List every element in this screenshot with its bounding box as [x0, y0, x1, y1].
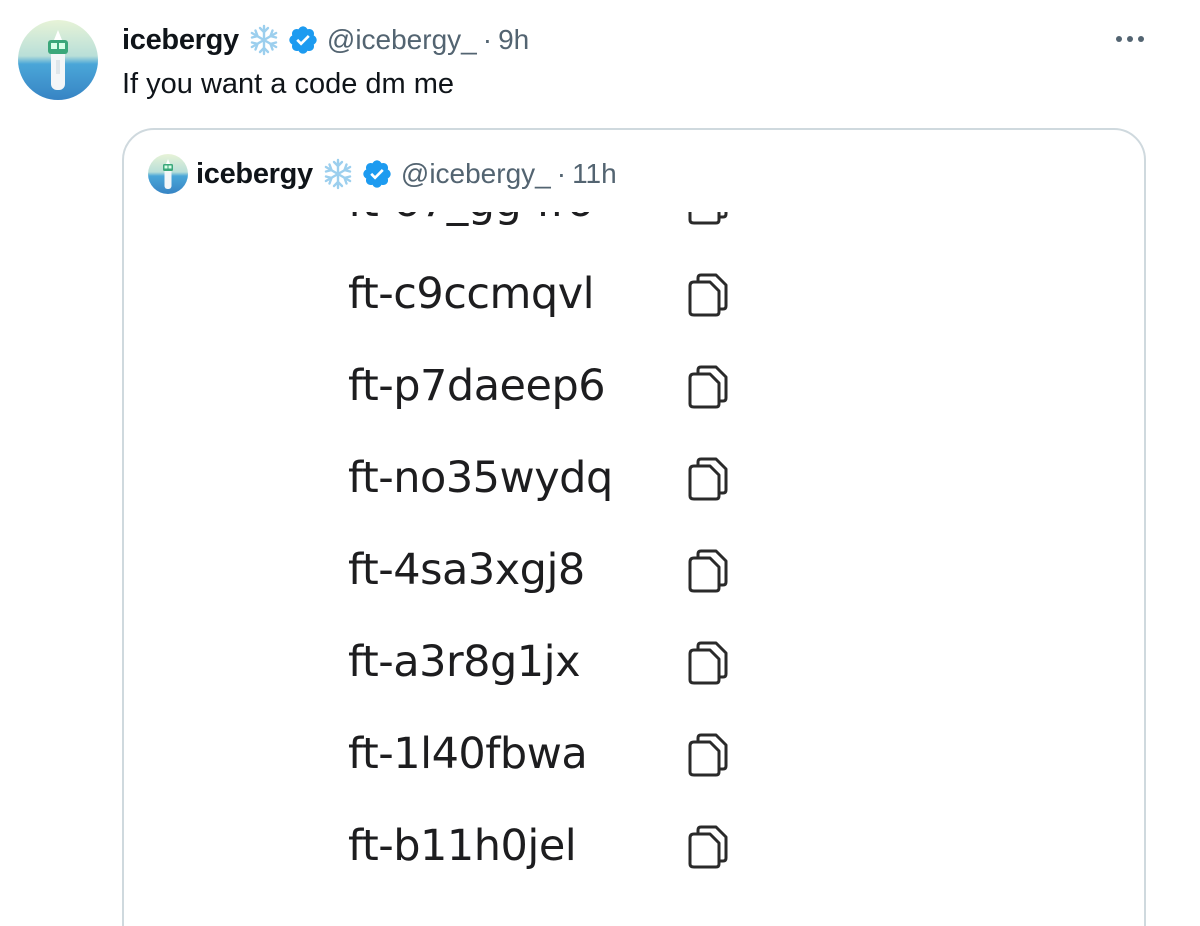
- tweet-text: If you want a code dm me: [122, 68, 455, 100]
- copy-icon[interactable]: [686, 364, 730, 410]
- code-row: ft-a3r8g1jx: [124, 616, 1144, 708]
- code-text: ft-4sa3xgj8: [348, 545, 585, 595]
- code-row: ft-c9ccmqvl: [124, 248, 1144, 340]
- timestamp[interactable]: 9h: [498, 24, 529, 56]
- copy-icon[interactable]: [686, 732, 730, 778]
- code-row-partial: ft-o7_gg-fro: [124, 212, 1144, 248]
- copy-icon[interactable]: [686, 640, 730, 686]
- code-row: ft-1l40fbwa: [124, 708, 1144, 800]
- quoted-timestamp[interactable]: 11h: [572, 158, 617, 190]
- copy-icon[interactable]: [686, 456, 730, 502]
- code-text: ft-c9ccmqvl: [348, 269, 595, 319]
- code-text: ft-no35wydq: [348, 453, 613, 503]
- code-text: ft-a3r8g1jx: [348, 637, 581, 687]
- code-text: ft-p7daeep6: [348, 361, 606, 411]
- author-name[interactable]: icebergy: [122, 24, 239, 57]
- more-horizontal-icon: [1116, 36, 1122, 42]
- verified-badge-icon[interactable]: [361, 158, 393, 190]
- quoted-author-handle[interactable]: @icebergy_: [401, 158, 551, 190]
- snowflake-icon: [321, 157, 355, 191]
- copy-icon: [688, 212, 728, 225]
- code-row: ft-p7daeep6: [124, 340, 1144, 432]
- code-row: ft-b11h0jel: [124, 800, 1144, 892]
- quoted-tweet[interactable]: icebergy @icebergy_ · 11h ft-c9ccmqvl ft…: [122, 128, 1146, 926]
- avatar[interactable]: [18, 20, 98, 100]
- code-text: ft-1l40fbwa: [348, 729, 588, 779]
- copy-icon[interactable]: [686, 548, 730, 594]
- quoted-tweet-header: icebergy @icebergy_ · 11h: [148, 154, 617, 194]
- code-text: ft-o7_gg-fro: [348, 212, 594, 248]
- snowflake-icon: [247, 23, 281, 57]
- quoted-author-name[interactable]: icebergy: [196, 158, 313, 191]
- separator-dot: ·: [482, 24, 493, 55]
- codes-screenshot-image[interactable]: ft-o7_gg-fro ft-c9ccmqvl: [124, 212, 1144, 926]
- author-handle[interactable]: @icebergy_: [327, 24, 477, 56]
- more-options-button[interactable]: [1110, 24, 1150, 54]
- quoted-avatar[interactable]: [148, 154, 188, 194]
- verified-badge-icon[interactable]: [287, 24, 319, 56]
- tweet-header: icebergy @icebergy_ · 9h: [122, 22, 529, 58]
- code-row: ft-no35wydq: [124, 432, 1144, 524]
- code-text: ft-b11h0jel: [348, 821, 577, 871]
- code-row: ft-4sa3xgj8: [124, 524, 1144, 616]
- separator-dot: ·: [556, 158, 567, 189]
- copy-icon[interactable]: [686, 824, 730, 870]
- tweet: icebergy @icebergy_ · 9h If you want a c…: [0, 0, 1200, 926]
- copy-icon[interactable]: [686, 272, 730, 318]
